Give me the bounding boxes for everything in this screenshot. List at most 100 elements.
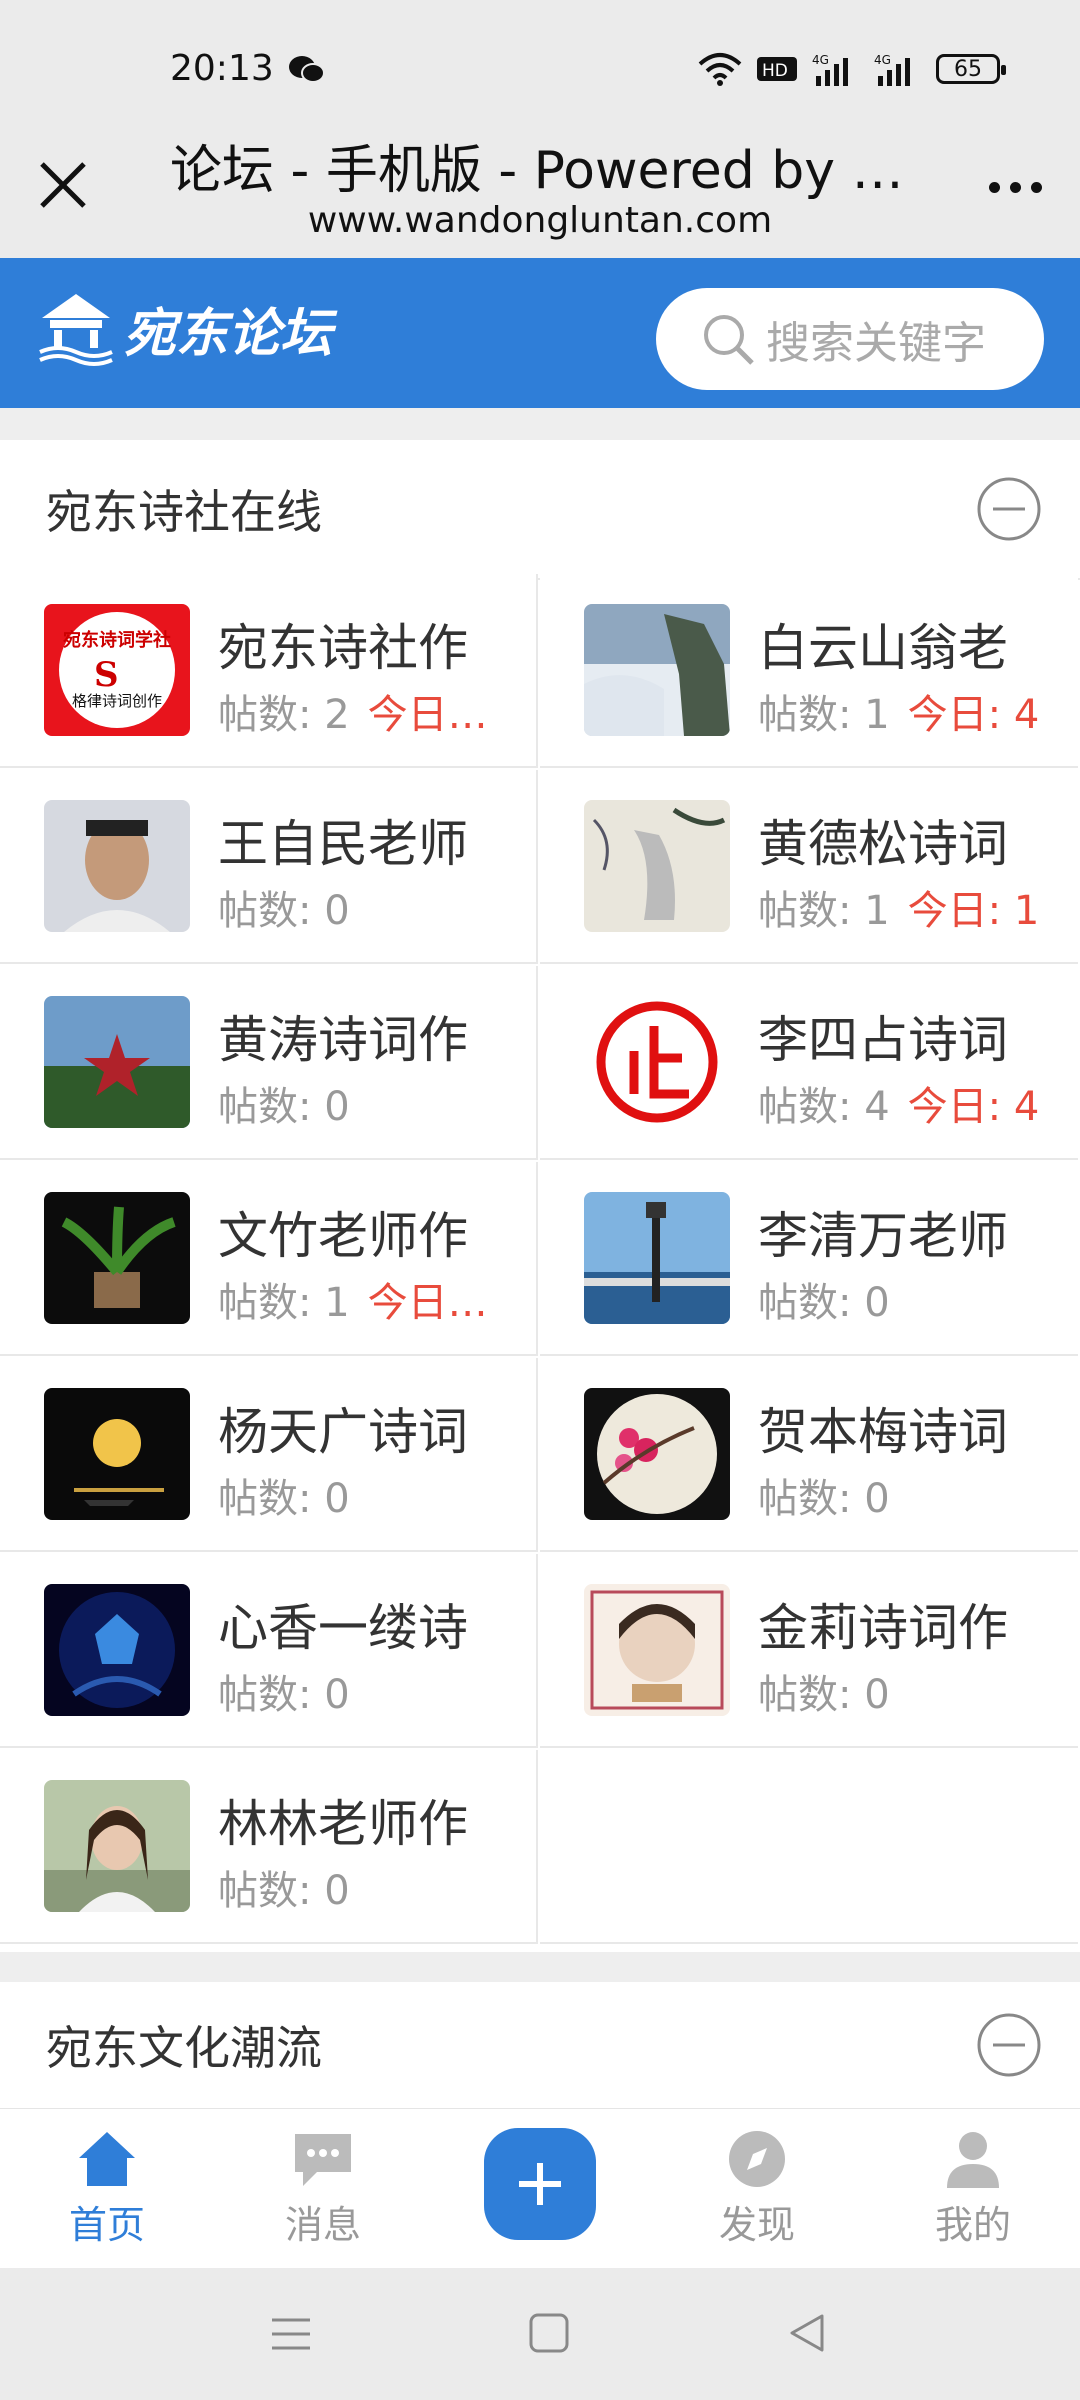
menu-icon[interactable]: [270, 2314, 312, 2354]
home-icon: [79, 2132, 135, 2186]
today-count: 今日: 4: [907, 1084, 1040, 1130]
forum-stats: 帖数: 0: [218, 878, 368, 936]
forum-name: 文竹老师作: [218, 1207, 468, 1265]
empty-cell: [540, 1750, 1078, 1944]
user-icon: [947, 2132, 999, 2188]
page-url: www.wandongluntan.com: [307, 200, 773, 241]
seal-text: 宛东诗词学社: [62, 629, 171, 651]
compass-icon: [729, 2131, 785, 2187]
forum-stats: 帖数: 1 今日:...: [218, 1270, 488, 1328]
forum-name: 金莉诗词作: [758, 1599, 1008, 1657]
collapse-icon[interactable]: [976, 2012, 1042, 2078]
forum-item[interactable]: 黄德松诗词 帖数: 1 今日: 1: [540, 770, 1078, 964]
battery-icon: 65: [936, 54, 1006, 84]
today-count: 今日: 4: [907, 692, 1040, 738]
forum-name: 心香一缕诗: [218, 1599, 468, 1657]
forum-item[interactable]: 宛东诗词学社 S 格律诗词创作 宛东诗社作 帖数: 2 今日:...: [0, 574, 538, 768]
status-icons: HD 4G 4G 65: [698, 50, 1006, 88]
page-title: 论坛 - 手机版 - Powered by Di...: [170, 141, 910, 201]
post-count: 帖数: 0: [218, 1476, 350, 1522]
forum-name: 李四占诗词: [758, 1011, 1008, 1069]
forum-thumbnail: [584, 1388, 730, 1520]
logo-text: 宛东论坛: [124, 302, 333, 364]
status-time: 20:13: [170, 48, 274, 89]
nav-discover[interactable]: 发现: [682, 2128, 832, 2249]
forum-thumbnail: [44, 800, 190, 932]
wechat-icon: [289, 56, 325, 83]
forum-thumbnail: [44, 1192, 190, 1324]
forum-thumbnail: [584, 996, 730, 1128]
forum-thumbnail: [44, 1388, 190, 1520]
forum-name: 林林老师作: [218, 1795, 468, 1853]
forum-item[interactable]: 白云山翁老 帖数: 1 今日: 4: [540, 574, 1078, 768]
svg-text:4G: 4G: [874, 53, 891, 67]
plus-icon: [519, 2163, 561, 2205]
forum-item[interactable]: 杨天广诗词 帖数: 0: [0, 1358, 538, 1552]
post-count: 帖数: 0: [758, 1476, 890, 1522]
section-header: 宛东诗社在线: [0, 440, 1080, 580]
post-count: 帖数: 0: [218, 1868, 350, 1914]
forum-item[interactable]: 李四占诗词 帖数: 4 今日: 4: [540, 966, 1078, 1160]
post-count: 帖数: 0: [758, 1672, 890, 1718]
forum-stats: 帖数: 0: [218, 1466, 368, 1524]
post-count: 帖数: 1: [758, 692, 890, 738]
post-button[interactable]: [484, 2128, 596, 2240]
section-header: 宛东文化潮流: [0, 1982, 1080, 2108]
forum-name: 黄德松诗词: [758, 815, 1008, 873]
forum-item[interactable]: 黄涛诗词作 帖数: 0: [0, 966, 538, 1160]
post-count: 帖数: 2: [218, 692, 350, 738]
post-count: 帖数: 0: [218, 888, 350, 934]
forum-item[interactable]: 文竹老师作 帖数: 1 今日:...: [0, 1162, 538, 1356]
wifi-icon: [698, 53, 742, 86]
forum-thumbnail: 宛东诗词学社 S 格律诗词创作: [44, 604, 190, 736]
nav-mine[interactable]: 我的: [898, 2128, 1048, 2249]
forum-item[interactable]: 李清万老师 帖数: 0: [540, 1162, 1078, 1356]
post-count: 帖数: 4: [758, 1084, 890, 1130]
forum-thumbnail: [44, 1584, 190, 1716]
forum-grid: 宛东诗词学社 S 格律诗词创作 宛东诗社作 帖数: 2 今日:... 白云山翁老 …: [0, 574, 1080, 1952]
search-input[interactable]: 搜索关键字: [656, 288, 1044, 390]
logo-emblem-icon: [39, 294, 113, 366]
nav-home-label: 首页: [68, 2203, 145, 2247]
forum-name: 黄涛诗词作: [218, 1011, 468, 1069]
forum-stats: 帖数: 0: [758, 1270, 908, 1328]
svg-text:4G: 4G: [812, 53, 829, 67]
post-count: 帖数: 0: [758, 1280, 890, 1326]
back-icon[interactable]: [786, 2312, 828, 2354]
message-icon: [295, 2134, 351, 2186]
section-title: 宛东文化潮流: [46, 2021, 322, 2075]
forum-stats: 帖数: 0: [218, 1662, 368, 1720]
forum-stats: 帖数: 1 今日: 4: [758, 682, 1039, 740]
forum-item[interactable]: 贺本梅诗词 帖数: 0: [540, 1358, 1078, 1552]
nav-home[interactable]: 首页: [32, 2128, 182, 2249]
forum-name: 宛东诗社作: [218, 619, 468, 677]
post-count: 帖数: 1: [758, 888, 890, 934]
forum-name: 王自民老师: [218, 815, 468, 873]
forum-thumbnail: [584, 1192, 730, 1324]
forum-stats: 帖数: 2 今日:...: [218, 682, 488, 740]
nav-mine-label: 我的: [934, 2203, 1011, 2247]
post-count: 帖数: 0: [218, 1672, 350, 1718]
post-count: 帖数: 1: [218, 1280, 350, 1326]
forum-item[interactable]: 林林老师作 帖数: 0: [0, 1750, 538, 1944]
forum-item[interactable]: 金莉诗词作 帖数: 0: [540, 1554, 1078, 1748]
forum-thumbnail: [584, 1584, 730, 1716]
forum-name: 白云山翁老: [758, 619, 1008, 677]
forum-thumbnail: [584, 800, 730, 932]
nav-messages[interactable]: 消息: [248, 2128, 398, 2249]
search-placeholder: 搜索关键字: [766, 318, 986, 369]
signal-4g-icon-2: 4G: [874, 53, 910, 86]
home-square-icon[interactable]: [528, 2312, 570, 2354]
seal-subtext: 格律诗词创作: [72, 692, 162, 710]
post-count: 帖数: 0: [218, 1084, 350, 1130]
more-menu-icon[interactable]: [989, 182, 1042, 193]
forum-item[interactable]: 心香一缕诗 帖数: 0: [0, 1554, 538, 1748]
collapse-icon[interactable]: [976, 476, 1042, 542]
today-count: 今日: 1: [907, 888, 1040, 934]
nav-messages-label: 消息: [284, 2203, 361, 2247]
forum-item[interactable]: 王自民老师 帖数: 0: [0, 770, 538, 964]
forum-thumbnail: [44, 996, 190, 1128]
search-icon: [704, 315, 754, 365]
forum-name: 杨天广诗词: [218, 1403, 468, 1461]
site-logo[interactable]: 宛东论坛: [36, 288, 332, 368]
